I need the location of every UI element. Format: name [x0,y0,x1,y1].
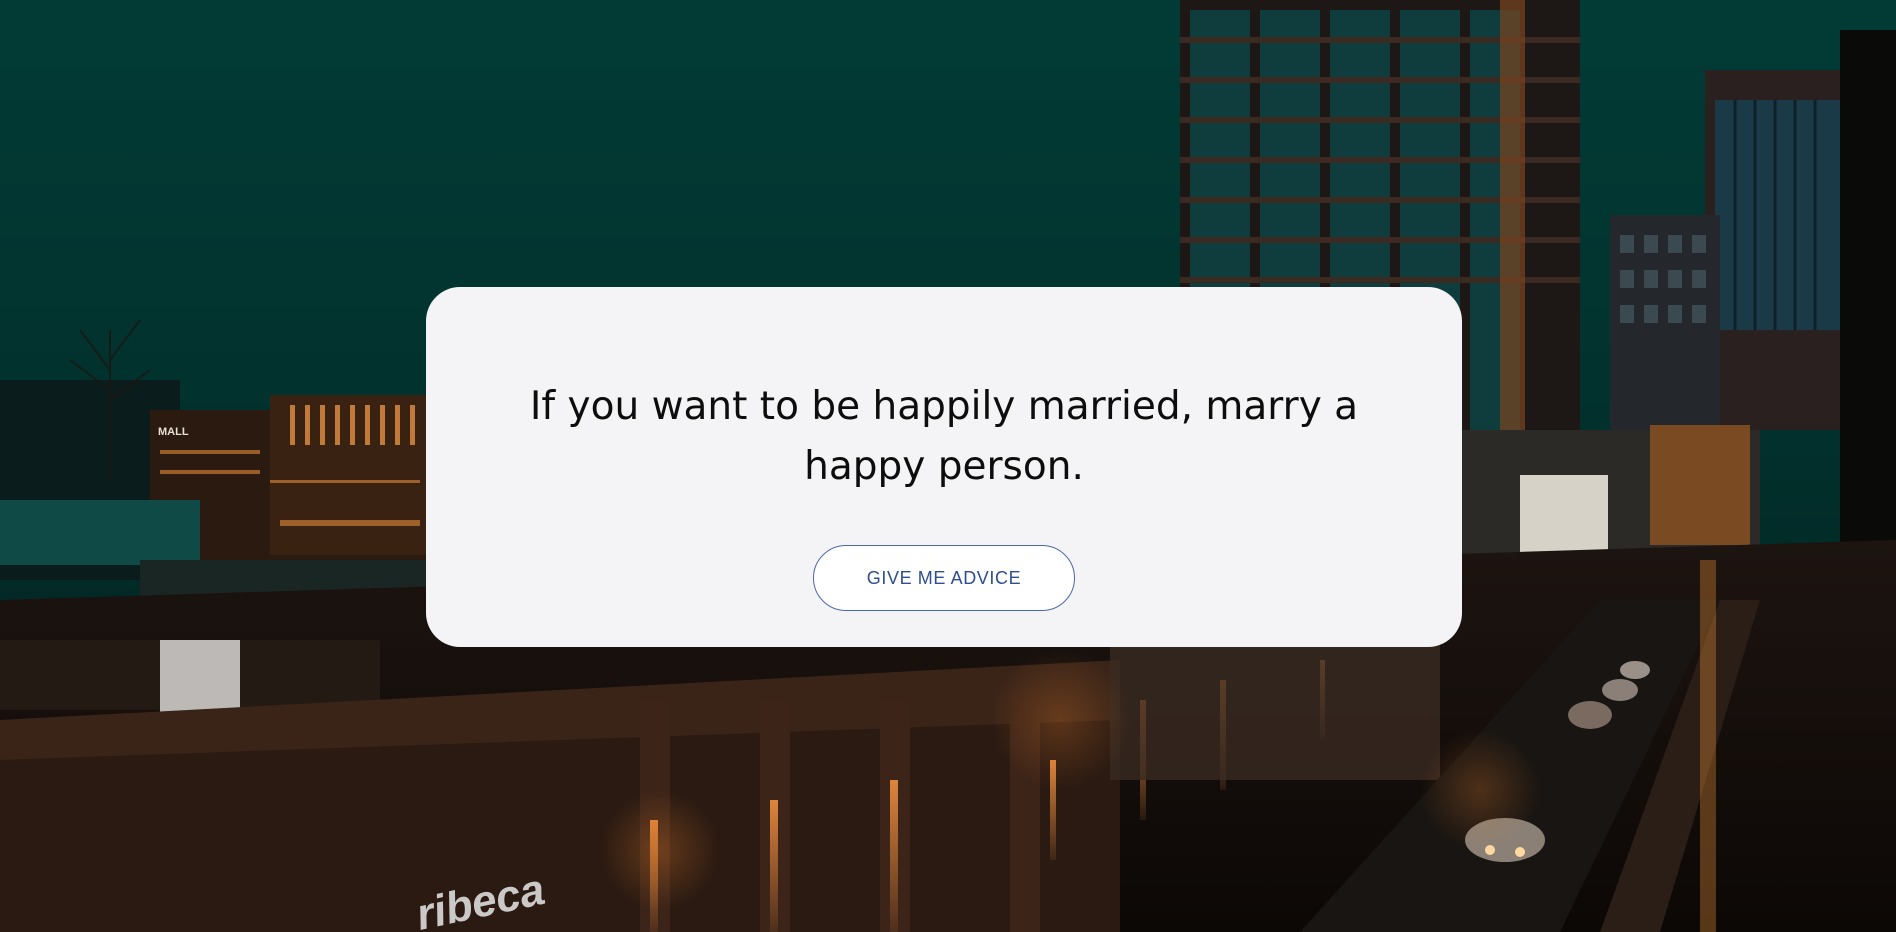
give-me-advice-button[interactable]: GIVE ME ADVICE [813,545,1075,611]
mall-sign: MALL [158,426,189,438]
advice-quote: If you want to be happily married, marry… [529,384,1359,489]
advice-card: If you want to be happily married, marry… [426,287,1462,647]
left-buildings: MALL [0,380,430,600]
